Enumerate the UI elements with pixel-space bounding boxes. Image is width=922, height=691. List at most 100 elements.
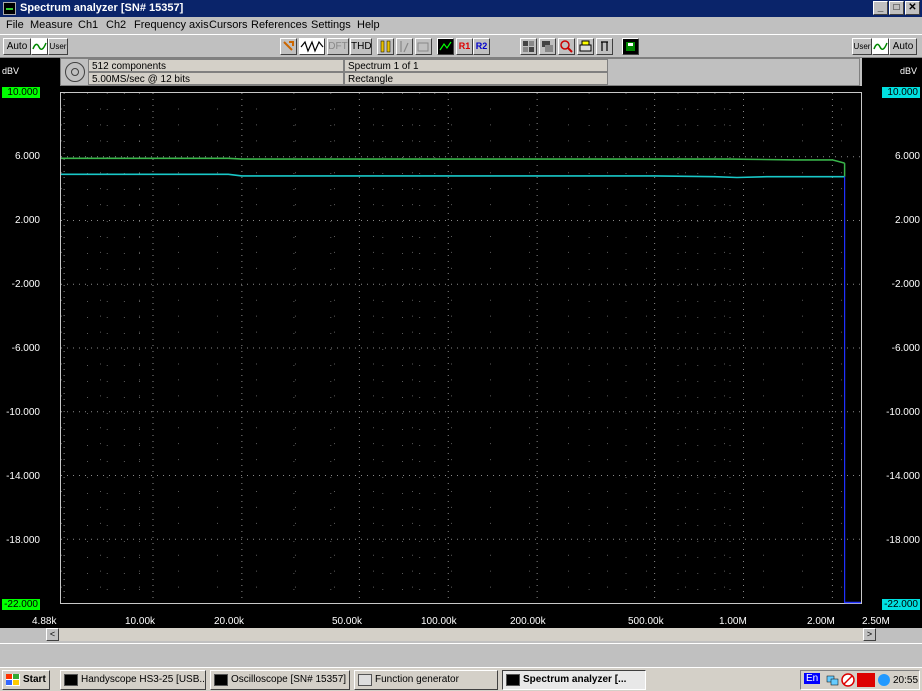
task-label: Function generator (375, 674, 459, 685)
security-icon[interactable] (857, 673, 875, 687)
window-title: Spectrum analyzer [SN# 15357] (20, 2, 184, 14)
minimize-button[interactable]: _ (873, 1, 888, 15)
taskbar: Start Handyscope HS3-25 [USB... Oscillos… (0, 667, 922, 691)
menu-ch2[interactable]: Ch2 (106, 19, 126, 31)
spectrum-analyzer-icon (506, 674, 520, 686)
y-tick-left: -2.000 (11, 279, 40, 290)
y-tick-right: -10.000 (886, 407, 920, 418)
x-tick-label: 200.00k (510, 616, 546, 627)
r2-button[interactable]: R2 (473, 38, 490, 55)
menu-frequency-axis[interactable]: Frequency axis (134, 19, 209, 31)
start-label: Start (23, 674, 46, 685)
system-tray: En 20:55 (800, 670, 920, 690)
maximize-button[interactable]: □ (889, 1, 904, 15)
menu-ch1[interactable]: Ch1 (78, 19, 98, 31)
menu-references[interactable]: References (251, 19, 307, 31)
y-tick-right: 6.000 (894, 151, 920, 162)
horizontal-scrollbar[interactable]: < > (46, 628, 876, 641)
plot-border (60, 92, 862, 604)
oscilloscope-icon (214, 674, 228, 686)
update-icon[interactable] (877, 673, 891, 687)
menu-bar: File Measure Ch1 Ch2 Frequency axis Curs… (0, 17, 922, 34)
cascade-windows-icon[interactable] (539, 38, 556, 55)
menu-cursors[interactable]: Cursors (209, 19, 248, 31)
task-label: Oscilloscope [SN# 15357] (231, 674, 347, 685)
title-bar: Spectrum analyzer [SN# 15357] _ □ ✕ (0, 0, 922, 17)
sample-rate-text: 5.00MS/sec @ 12 bits (88, 72, 344, 85)
y-tick-right: -22.000 (882, 599, 920, 610)
tile-windows-icon[interactable] (520, 38, 537, 55)
left-unit-label: dBV (2, 66, 20, 76)
menu-settings[interactable]: Settings (311, 19, 351, 31)
target-icon[interactable] (65, 62, 85, 82)
task-function-generator[interactable]: Function generator (354, 670, 498, 690)
y-tick-left: -10.000 (6, 407, 40, 418)
left-auto-button[interactable]: Auto (3, 38, 31, 55)
y-tick-right: -6.000 (891, 343, 920, 354)
scope-view-icon[interactable] (437, 38, 454, 55)
spectrum-plot[interactable] (60, 92, 862, 604)
trigger-icon[interactable] (396, 38, 413, 55)
right-user-button[interactable]: User (852, 38, 872, 55)
task-label: Handyscope HS3-25 [USB... (81, 674, 206, 685)
task-oscilloscope[interactable]: Oscilloscope [SN# 15357] (210, 670, 350, 690)
y-tick-left: -6.000 (11, 343, 40, 354)
window-function-text: Rectangle (344, 72, 608, 85)
spectrum-chart[interactable] (60, 92, 862, 604)
menu-file[interactable]: File (6, 19, 24, 31)
pin-icon[interactable] (596, 38, 613, 55)
y-tick-left: 2.000 (14, 215, 40, 226)
menu-help[interactable]: Help (357, 19, 380, 31)
right-signal-icon[interactable] (872, 38, 889, 55)
x-tick-label: 4.88k (32, 616, 57, 627)
y-tick-right: -18.000 (886, 535, 920, 546)
x-tick-label: 20.00k (214, 616, 245, 627)
language-indicator[interactable]: En (804, 673, 821, 684)
y-tick-right: 2.000 (894, 215, 920, 226)
y-tick-right: -14.000 (886, 471, 920, 482)
app-icon (3, 2, 16, 15)
close-button[interactable]: ✕ (905, 1, 920, 15)
menu-measure[interactable]: Measure (30, 19, 73, 31)
left-user-button[interactable]: User (48, 38, 68, 55)
y-tick-left: -18.000 (6, 535, 40, 546)
y-tick-left: -22.000 (2, 599, 40, 610)
clock: 20:55 (893, 675, 919, 686)
waveform-icon[interactable] (299, 38, 325, 55)
x-tick-label: 500.00k (628, 616, 664, 627)
zoom-icon[interactable] (558, 38, 575, 55)
status-bar (0, 643, 922, 665)
x-tick-label: 2.50M (862, 616, 890, 627)
y-tick-right: -2.000 (891, 279, 920, 290)
y-tick-left: 10.000 (2, 87, 40, 98)
thd-button[interactable]: THD (350, 38, 372, 55)
probe-icon[interactable] (280, 38, 297, 55)
r1-button[interactable]: R1 (456, 38, 473, 55)
network-icon[interactable] (825, 673, 839, 687)
task-spectrum-analyzer[interactable]: Spectrum analyzer [... (502, 670, 646, 690)
antivirus-icon[interactable] (841, 673, 855, 687)
record-icon[interactable] (415, 38, 432, 55)
left-signal-icon[interactable] (31, 38, 48, 55)
y-tick-left: -14.000 (6, 471, 40, 482)
right-auto-button[interactable]: Auto (889, 38, 917, 55)
info-panel: 512 components 5.00MS/sec @ 12 bits Spec… (60, 58, 860, 86)
task-label: Spectrum analyzer [... (523, 674, 627, 685)
handyscope-icon (64, 674, 78, 686)
x-tick-label: 100.00k (421, 616, 457, 627)
x-tick-label: 10.00k (125, 616, 156, 627)
save-icon[interactable] (622, 38, 639, 55)
dft-button[interactable]: DFT (327, 38, 349, 55)
x-tick-label: 1.00M (719, 616, 747, 627)
toolbar: Auto User DFT THD R1 R2 User Auto (0, 34, 922, 58)
start-button[interactable]: Start (2, 670, 50, 690)
windows-logo-icon (6, 674, 20, 686)
x-tick-label: 2.00M (807, 616, 835, 627)
y-tick-left: 6.000 (14, 151, 40, 162)
pause-icon[interactable] (377, 38, 394, 55)
spectrum-index-text: Spectrum 1 of 1 (344, 59, 608, 72)
print-icon[interactable] (577, 38, 594, 55)
scroll-right-button[interactable]: > (863, 628, 876, 641)
scroll-left-button[interactable]: < (46, 628, 59, 641)
task-handyscope[interactable]: Handyscope HS3-25 [USB... (60, 670, 206, 690)
